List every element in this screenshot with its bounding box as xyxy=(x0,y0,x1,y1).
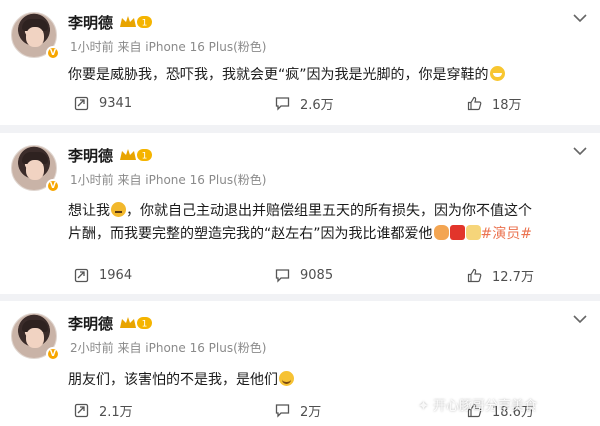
red-lantern-emoji-icon xyxy=(449,225,465,240)
comment-icon xyxy=(275,268,290,283)
comment-button[interactable]: 2.6万 xyxy=(275,93,334,113)
angry-emoji-icon xyxy=(111,202,126,217)
comment-count: 2.6万 xyxy=(300,97,334,113)
thumbs-up-icon xyxy=(467,268,482,282)
vip-crown-icon[interactable]: 1 xyxy=(119,147,153,163)
smile-emoji-icon xyxy=(279,371,294,386)
watermark: ✦ 开心豚哥分享美食 xyxy=(418,399,538,414)
comment-icon xyxy=(275,96,290,111)
repost-button[interactable]: 2.1万 xyxy=(74,400,133,420)
post-text: 你要是威胁我，恐吓我，我就会更“疯”因为我是光脚的，你是穿鞋的 xyxy=(68,64,538,87)
vip-crown-icon[interactable]: 1 xyxy=(119,14,153,30)
vip-crown-icon[interactable]: 1 xyxy=(119,315,153,331)
like-count: 18万 xyxy=(492,97,522,113)
cake-emoji-icon xyxy=(465,225,481,240)
comment-button[interactable]: 2万 xyxy=(275,400,321,420)
verified-badge-icon: V xyxy=(46,179,60,193)
author-avatar[interactable]: V xyxy=(11,145,60,193)
chevron-down-icon[interactable] xyxy=(572,145,588,157)
level-number: 1 xyxy=(142,19,148,29)
heart-eyes-emoji-icon xyxy=(433,225,449,240)
grin-emoji-icon xyxy=(489,66,505,81)
like-button[interactable]: 18万 xyxy=(467,93,522,113)
action-bar: 9341 2.6万 18万 xyxy=(0,93,600,113)
weibo-post-2: V 李明德 1 1小时前 来自 iPhone 16 Plus(粉色) 想让我 ，你… xyxy=(0,133,600,294)
post-text: 想让我 ，你就自己主动退出并赔偿组里五天的所有损失，因为你不值这个片酬，而我要完整… xyxy=(68,202,532,242)
repost-icon xyxy=(74,403,89,417)
action-bar: 1964 9085 12.7万 xyxy=(0,265,600,285)
author-avatar[interactable]: V xyxy=(11,12,60,60)
author-avatar[interactable]: V xyxy=(11,313,60,361)
hashtag-link[interactable]: #演员# xyxy=(481,226,532,242)
watermark-logo-icon: ✦ xyxy=(418,399,434,414)
repost-count: 1964 xyxy=(99,267,133,283)
chevron-down-icon[interactable] xyxy=(572,12,588,24)
post-meta: 1小时前 来自 iPhone 16 Plus(粉色) xyxy=(70,40,267,54)
level-number: 1 xyxy=(142,320,148,330)
post-meta: 1小时前 来自 iPhone 16 Plus(粉色) xyxy=(70,173,267,187)
post-meta: 2小时前 来自 iPhone 16 Plus(粉色) xyxy=(70,341,267,355)
comment-count: 9085 xyxy=(300,267,334,283)
repost-count: 2.1万 xyxy=(99,404,133,420)
repost-icon xyxy=(74,268,89,282)
comment-icon xyxy=(275,403,290,418)
chevron-down-icon[interactable] xyxy=(572,313,588,325)
like-button[interactable]: 12.7万 xyxy=(467,265,534,285)
author-name[interactable]: 李明德 xyxy=(68,12,113,33)
comment-button[interactable]: 9085 xyxy=(275,265,333,285)
author-name[interactable]: 李明德 xyxy=(68,313,113,334)
repost-icon xyxy=(74,96,89,110)
verified-badge-icon: V xyxy=(46,46,60,60)
repost-count: 9341 xyxy=(99,95,133,111)
level-number: 1 xyxy=(142,152,148,162)
comment-count: 2万 xyxy=(300,404,322,420)
verified-badge-icon: V xyxy=(46,347,60,361)
like-count: 12.7万 xyxy=(492,269,534,285)
repost-button[interactable]: 9341 xyxy=(74,93,132,113)
weibo-post-1: V 李明德 1 1小时前 来自 iPhone 16 Plus(粉色) 你要是威胁… xyxy=(0,0,600,125)
author-name[interactable]: 李明德 xyxy=(68,145,113,166)
thumbs-up-icon xyxy=(467,96,482,110)
post-text: 朋友们，该害怕的不是我，是他们 xyxy=(68,369,538,392)
repost-button[interactable]: 1964 xyxy=(74,265,132,285)
